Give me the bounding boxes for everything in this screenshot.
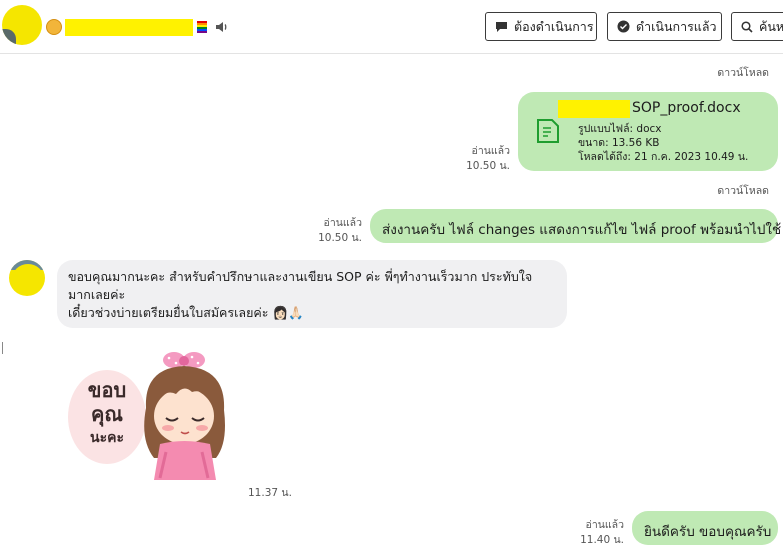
read-label: อ่านแล้ว xyxy=(585,519,624,531)
contact-avatar-small[interactable] xyxy=(9,260,45,296)
message-line: เดี๋ยวช่วงบ่ายเตรียมยื่นใบสมัครเลยค่ะ 👩🏻… xyxy=(68,305,304,320)
chat-bubble-icon xyxy=(496,22,507,32)
sticker-text-line: คุณ xyxy=(91,402,123,426)
outgoing-read-receipt: อ่านแล้ว 11.40 น. xyxy=(576,518,624,548)
rainbow-flag-icon xyxy=(197,21,207,33)
outgoing-message[interactable]: ยินดีครับ ขอบคุณครับ xyxy=(632,511,778,545)
sticker-text-line: นะคะ xyxy=(90,430,124,446)
file-message[interactable]: SOP_proof.docx รูปแบบไฟล์: docx ขนาด: 13… xyxy=(518,92,778,171)
contact-name-redacted xyxy=(65,18,193,36)
document-file-icon xyxy=(537,119,559,143)
todo-button-label: ต้องดำเนินการ xyxy=(514,18,594,34)
speaker-icon[interactable] xyxy=(214,19,230,35)
file-name: SOP_proof.docx xyxy=(632,100,741,116)
file-read-receipt: อ่านแล้ว 10.50 น. xyxy=(462,144,510,174)
incoming-message[interactable]: ขอบคุณมากนะคะ สำหรับคำปรึกษาและงานเขียน … xyxy=(57,260,567,328)
file-name-redacted xyxy=(558,100,630,118)
message-time: 11.40 น. xyxy=(580,534,624,546)
message-text: ยินดีครับ ขอบคุณครับ xyxy=(644,524,772,540)
search-button[interactable]: ค้นหา xyxy=(731,12,783,41)
message-line: ขอบคุณมากนะคะ สำหรับคำปรึกษาและงานเขียน … xyxy=(68,269,533,284)
sticker-text-line: ขอบ xyxy=(87,378,127,402)
search-icon xyxy=(741,20,753,33)
file-size: ขนาด: 13.56 KB xyxy=(578,137,660,149)
sticker-girl-illustration xyxy=(144,352,225,480)
done-button[interactable]: ดำเนินการแล้ว xyxy=(607,12,722,41)
todo-button[interactable]: ต้องดำเนินการ xyxy=(485,12,597,41)
check-bubble-icon xyxy=(617,20,630,33)
message-line: มากเลยค่ะ xyxy=(68,287,126,302)
done-button-label: ดำเนินการแล้ว xyxy=(636,18,717,34)
file-expiry: โหลดได้ถึง: 21 ก.ค. 2023 10.49 น. xyxy=(578,151,749,163)
message-time: 10.50 น. xyxy=(318,232,362,244)
thank-you-sticker[interactable]: ขอบ คุณ นะคะ xyxy=(60,348,240,488)
scroll-marker xyxy=(2,342,3,354)
file-format: รูปแบบไฟล์: docx xyxy=(578,123,662,135)
outgoing-message[interactable]: ส่งงานครับ ไฟล์ changes แสดงการแก้ไข ไฟล… xyxy=(370,209,782,243)
chat-header: ต้องดำเนินการ ดำเนินการแล้ว ค้นหา xyxy=(0,0,783,54)
message-time: 10.50 น. xyxy=(466,160,510,172)
contact-avatar[interactable] xyxy=(2,5,42,45)
read-label: อ่านแล้ว xyxy=(323,217,362,229)
message-text: ส่งงานครับ ไฟล์ changes แสดงการแก้ไข ไฟล… xyxy=(382,222,782,238)
outgoing-read-receipt: อ่านแล้ว 10.50 น. xyxy=(314,216,362,246)
sun-emoji-icon xyxy=(46,19,62,35)
read-label: อ่านแล้ว xyxy=(471,145,510,157)
message-text: ขอบคุณมากนะคะ สำหรับคำปรึกษาและงานเขียน … xyxy=(68,268,532,322)
sticker-time: 11.37 น. xyxy=(248,487,292,499)
sticker-text: ขอบ คุณ นะคะ xyxy=(68,378,146,450)
download-link[interactable]: ดาวน์โหลด xyxy=(717,64,769,81)
file-details: รูปแบบไฟล์: docx ขนาด: 13.56 KB โหลดได้ถ… xyxy=(578,122,748,164)
search-button-label: ค้นหา xyxy=(759,18,783,34)
contact-name xyxy=(46,16,207,38)
download-link[interactable]: ดาวน์โหลด xyxy=(717,182,769,199)
